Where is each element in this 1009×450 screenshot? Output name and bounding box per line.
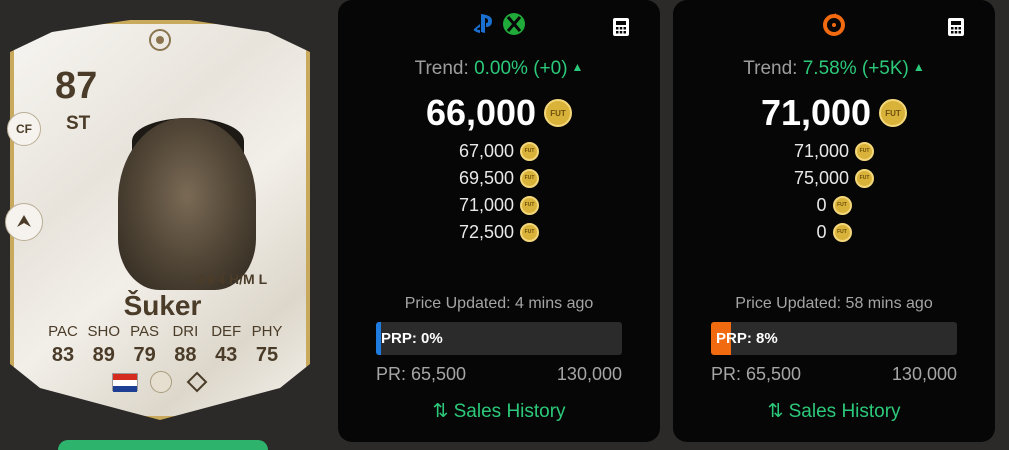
crest-icon	[149, 29, 171, 51]
prp-bar: PRP: 0%	[376, 322, 622, 355]
listed-price: 0	[816, 221, 827, 242]
coin-icon: FUT	[520, 168, 540, 188]
coin-icon: FUT	[879, 99, 908, 127]
icons-league-icon	[150, 371, 172, 393]
listed-price: 71,000	[793, 140, 850, 161]
stat-value: 88	[174, 344, 197, 366]
action-button[interactable]	[58, 440, 268, 450]
list-item: 72,500 FUT	[458, 221, 540, 243]
current-price: 71,000 FUT	[673, 92, 995, 134]
price-range-min: PR: 65,500	[711, 364, 802, 384]
sales-history-link[interactable]: ⇅ Sales History	[673, 400, 995, 423]
player-card-column: 87 ST CF 4★4 H/M L Šuker PAC SHO PAS DRI…	[0, 0, 325, 450]
coin-icon: FUT	[855, 141, 875, 161]
calculator-icon[interactable]	[612, 17, 630, 37]
trend-line: Trend: 0.00% (+0) ▲	[338, 58, 660, 80]
trend-label: Trend:	[414, 58, 475, 79]
listed-prices: 71,000 FUT 75,000 FUT 0 FUT 0 FUT	[673, 140, 995, 243]
origin-icon	[823, 13, 845, 36]
price-value: 66,000	[425, 92, 537, 133]
player-photo	[118, 118, 256, 290]
prp-label: PRP: 0%	[381, 330, 443, 347]
stat-value: 83	[51, 344, 75, 366]
trend-label: Trend:	[743, 58, 803, 79]
alt-position-badge: CF	[7, 112, 41, 146]
listed-price: 69,500	[458, 167, 515, 188]
coin-icon: FUT	[855, 168, 875, 188]
playstation-icon	[473, 14, 492, 33]
price-range-min: PR: 65,500	[376, 364, 467, 384]
trend-up-icon: ▲	[571, 60, 584, 74]
coin-icon: FUT	[832, 195, 852, 215]
stat-label: DEF	[211, 323, 242, 340]
calculator-icon[interactable]	[947, 17, 965, 37]
sales-history-link[interactable]: ⇅ Sales History	[338, 400, 660, 423]
listed-price: 71,000	[458, 194, 515, 215]
console-price-panel: Trend: 0.00% (+0) ▲ 66,000 FUT 67,000 FUT …	[338, 0, 660, 442]
coin-icon: FUT	[520, 195, 540, 215]
list-item: 71,000 FUT	[458, 194, 540, 216]
prp-label: PRP: 8%	[716, 330, 778, 347]
icons-club-icon	[186, 371, 208, 393]
trend-up-icon: ▲	[912, 60, 925, 74]
prp-bar: PRP: 8%	[711, 322, 957, 355]
stat-value: 43	[215, 344, 238, 366]
list-item: 0 FUT	[816, 194, 852, 216]
pc-price-panel: Trend: 7.58% (+5K) ▲ 71,000 FUT 71,000 FUT…	[673, 0, 995, 442]
trend-line: Trend: 7.58% (+5K) ▲	[673, 58, 995, 80]
price-range-max: 130,000	[891, 364, 957, 384]
listed-price: 75,000	[793, 167, 850, 188]
stat-label: PHY	[251, 323, 283, 340]
listed-price: 0	[816, 194, 827, 215]
price-updated: Price Updated: 58 mins ago	[735, 295, 933, 312]
playstyle-icon	[5, 203, 43, 241]
card-rating: 87	[55, 65, 98, 107]
price-value: 71,000	[760, 92, 872, 133]
stat-value: 89	[92, 344, 115, 366]
current-price: 66,000 FUT	[338, 92, 660, 134]
stat-labels: PAC SHO PAS DRI DEF PHY	[45, 323, 285, 340]
player-name: Šuker	[123, 290, 202, 321]
price-range: PR: 65,500 130,000	[376, 364, 622, 385]
stat-label: SHO	[87, 323, 121, 340]
xbox-icon	[503, 13, 525, 35]
card-position: ST	[66, 113, 91, 134]
coin-icon: FUT	[832, 222, 852, 242]
listed-prices: 67,000 FUT 69,500 FUT 71,000 FUT 72,500 FUT	[338, 140, 660, 243]
stat-values: 83 89 79 88 43 75	[45, 344, 285, 367]
listed-price: 72,500	[458, 221, 515, 242]
stat-value: 75	[255, 344, 279, 366]
list-item: 0 FUT	[816, 221, 852, 243]
price-range: PR: 65,500 130,000	[711, 364, 957, 385]
list-item: 69,500 FUT	[458, 167, 540, 189]
listed-price: 67,000	[458, 140, 515, 161]
stat-label: DRI	[172, 323, 199, 340]
list-item: 67,000 FUT	[458, 140, 540, 162]
price-range-max: 130,000	[556, 364, 622, 384]
coin-icon: FUT	[520, 141, 540, 161]
trend-value: 0.00% (+0)	[474, 58, 568, 79]
price-updated: Price Updated: 4 mins ago	[404, 295, 594, 312]
stat-label: PAS	[130, 323, 160, 340]
coin-icon: FUT	[520, 222, 540, 242]
croatia-flag-icon	[112, 373, 138, 392]
trend-value: 7.58% (+5K)	[802, 58, 909, 79]
list-item: 75,000 FUT	[793, 167, 875, 189]
stat-value: 79	[133, 344, 156, 366]
stat-label: PAC	[48, 323, 78, 340]
coin-icon: FUT	[544, 99, 573, 127]
skills-weakfoot: 4★4 H/M L	[197, 271, 268, 287]
list-item: 71,000 FUT	[793, 140, 875, 162]
